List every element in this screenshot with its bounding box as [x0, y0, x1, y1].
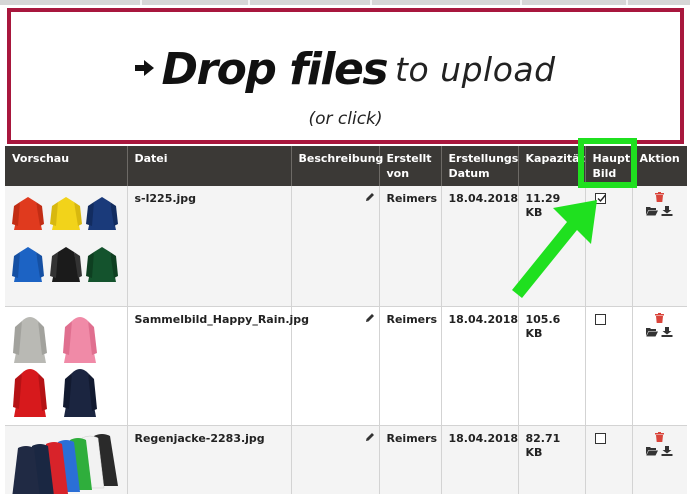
- main-image-cell: [585, 306, 633, 426]
- actions-cell: [632, 425, 687, 494]
- created-by: Reimers: [379, 306, 442, 426]
- column-header-file[interactable]: Datei: [127, 146, 292, 186]
- actions-cell: [632, 186, 687, 307]
- file-name[interactable]: Regenjacke-2283.jpg: [127, 425, 292, 494]
- preview-thumbnail[interactable]: [12, 432, 118, 494]
- preview-cell: [5, 306, 128, 426]
- arrow-right-icon: [135, 59, 155, 81]
- column-header-created-by[interactable]: Erstellt von: [379, 146, 442, 186]
- upload-dropzone[interactable]: Drop files to upload (or click): [7, 8, 684, 144]
- folder-open-icon[interactable]: [646, 446, 659, 456]
- table-row: Sammelbild_Happy_Rain.jpg Reimers 18.04.…: [5, 306, 687, 426]
- description-cell: [291, 186, 380, 307]
- trash-icon[interactable]: [655, 192, 665, 202]
- column-header-size[interactable]: Kapazität: [518, 146, 586, 186]
- trash-icon[interactable]: [655, 312, 665, 323]
- highlight-arrow-icon: [512, 200, 597, 298]
- main-image-highlight-box: [578, 138, 637, 188]
- dropzone-subtitle: (or click): [308, 109, 383, 129]
- created-by: Reimers: [379, 186, 442, 307]
- trash-icon[interactable]: [655, 431, 665, 442]
- dropzone-title-light: to upload: [395, 50, 556, 89]
- pencil-icon[interactable]: [365, 432, 375, 446]
- folder-open-icon[interactable]: [646, 206, 659, 216]
- download-icon[interactable]: [661, 206, 673, 216]
- download-icon[interactable]: [661, 326, 673, 337]
- top-strip: [0, 0, 690, 5]
- pencil-icon[interactable]: [365, 192, 375, 206]
- preview-thumbnail[interactable]: [12, 192, 118, 290]
- folder-open-icon[interactable]: [646, 327, 659, 337]
- main-image-checkbox[interactable]: [594, 313, 606, 325]
- description-cell: [291, 425, 380, 494]
- file-name[interactable]: Sammelbild_Happy_Rain.jpg: [127, 306, 309, 426]
- preview-cell: [5, 186, 128, 307]
- main-image-checkbox[interactable]: [594, 432, 606, 444]
- actions-cell: [632, 306, 687, 426]
- file-size: 82.71 KB: [518, 425, 586, 494]
- preview-cell: [5, 425, 128, 494]
- file-size: 105.6 KB: [518, 306, 586, 426]
- column-header-description[interactable]: Beschreibung: [291, 146, 383, 186]
- file-name[interactable]: s-l225.jpg: [127, 186, 292, 307]
- dropzone-title-strong: Drop files: [161, 44, 388, 95]
- preview-thumbnail[interactable]: [12, 313, 118, 421]
- created-by: Reimers: [379, 425, 442, 494]
- column-header-action: Aktion: [632, 146, 687, 186]
- download-icon[interactable]: [661, 445, 673, 456]
- pencil-icon[interactable]: [365, 313, 375, 327]
- table-row: Regenjacke-2283.jpg Reimers 18.04.2018 8…: [5, 425, 687, 494]
- main-image-cell: [585, 425, 633, 494]
- dropzone-title: Drop files to upload: [11, 44, 680, 95]
- column-header-created-date[interactable]: Erstellungs Datum: [441, 146, 519, 186]
- column-header-preview[interactable]: Vorschau: [5, 146, 128, 186]
- created-date: 18.04.2018: [441, 306, 519, 426]
- created-date: 18.04.2018: [441, 425, 519, 494]
